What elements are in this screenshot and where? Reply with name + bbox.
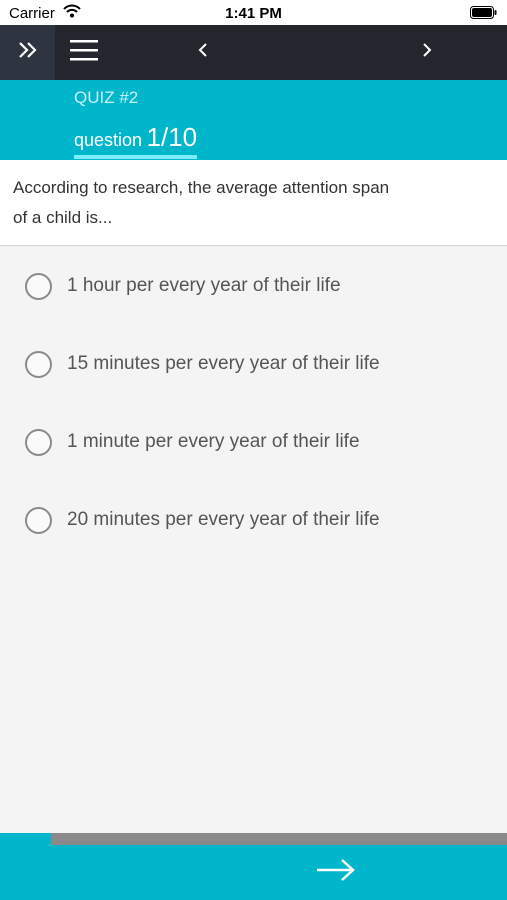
answer-label: 20 minutes per every year of their life [67, 509, 380, 530]
double-chevron-right-icon [17, 41, 39, 64]
previous-question-button[interactable] [187, 25, 219, 80]
question-number: 1/10 [146, 122, 198, 152]
answer-option-2[interactable]: 15 minutes per every year of their life [0, 334, 507, 394]
hamburger-icon [70, 39, 98, 66]
answer-option-4[interactable]: 20 minutes per every year of their life [0, 490, 507, 550]
answer-label: 1 minute per every year of their life [67, 431, 360, 452]
answer-label: 1 hour per every year of their life [67, 275, 341, 296]
quiz-header: QUIZ #2 question 1/10 [0, 80, 507, 160]
status-bar: Carrier 1:41 PM [0, 0, 507, 25]
radio-button[interactable] [25, 506, 52, 534]
battery-icon [470, 6, 497, 24]
chevron-left-icon [198, 42, 208, 63]
menu-button[interactable] [62, 25, 106, 80]
quiz-progress-bar [0, 833, 507, 845]
answer-option-1[interactable]: 1 hour per every year of their life [0, 256, 507, 316]
next-question-nav-button[interactable] [411, 25, 443, 80]
answer-label: 15 minutes per every year of their life [67, 353, 380, 374]
radio-button[interactable] [25, 272, 52, 300]
next-button[interactable] [310, 845, 362, 900]
quiz-title: QUIZ #2 [74, 88, 139, 107]
radio-button[interactable] [25, 350, 52, 378]
clock: 1:41 PM [225, 5, 282, 22]
nav-bar [0, 25, 507, 80]
expand-sidebar-button[interactable] [0, 25, 55, 80]
question-label: question [74, 130, 143, 150]
footer-bar [0, 845, 507, 900]
question-box: According to research, the average atten… [0, 160, 507, 246]
radio-button[interactable] [25, 428, 52, 456]
chevron-right-icon [422, 42, 432, 63]
answer-option-3[interactable]: 1 minute per every year of their life [0, 412, 507, 472]
arrow-right-icon [316, 858, 356, 887]
question-counter: question 1/10 [74, 122, 198, 159]
quiz-progress-fill [0, 833, 51, 845]
question-text: According to research, the average atten… [13, 178, 390, 227]
